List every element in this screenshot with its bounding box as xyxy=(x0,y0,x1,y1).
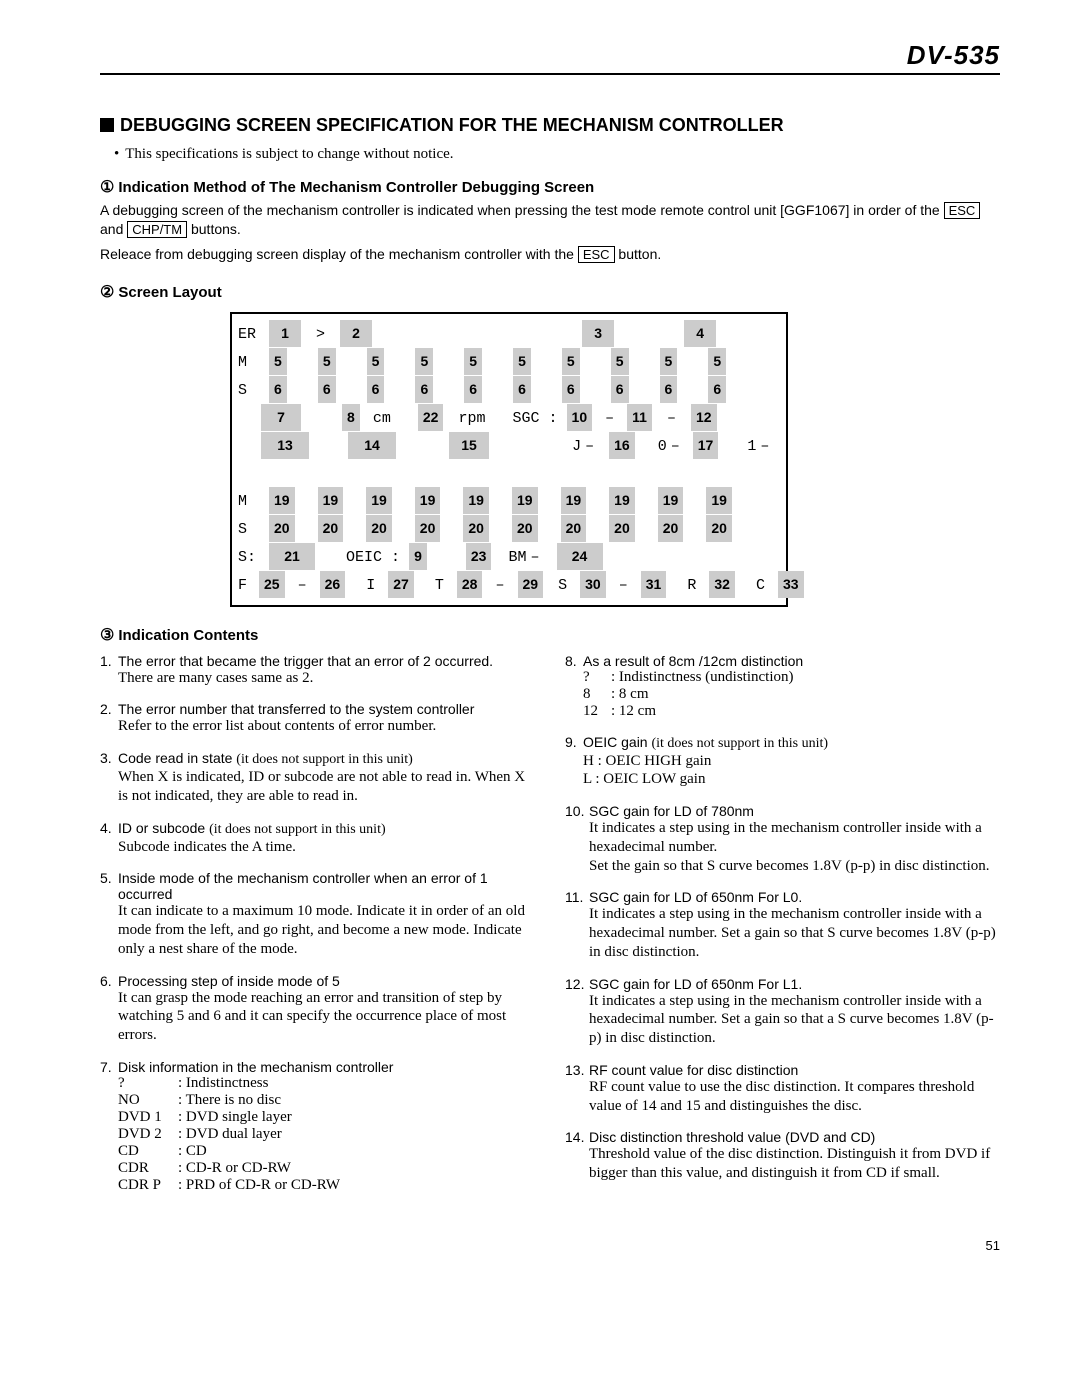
item-3: 3.Code read in state (it does not suppor… xyxy=(100,750,535,806)
screen-layout-diagram: ER 1 > 2 3 4 M 5 5 5 5 5 5 5 5 5 5 S 6 6… xyxy=(230,312,788,607)
header-rule xyxy=(100,73,1000,75)
item-2: 2.The error number that transferred to t… xyxy=(100,701,535,736)
section-1-para2: Releace from debugging screen display of… xyxy=(100,245,1000,264)
item-7-table: ?: IndistinctnessNO: There is no discDVD… xyxy=(100,1075,535,1194)
page-number: 51 xyxy=(100,1238,1000,1253)
item-1: 1.The error that became the trigger that… xyxy=(100,653,535,688)
chp-tm-key: CHP/TM xyxy=(127,221,187,238)
item-11: 11.SGC gain for LD of 650nm For L0. It i… xyxy=(565,889,1000,961)
item-7: 7.Disk information in the mechanism cont… xyxy=(100,1059,535,1194)
change-notice: •This specifications is subject to chang… xyxy=(114,146,1000,163)
esc-key: ESC xyxy=(578,246,615,263)
section-3-heading: ③Indication Contents xyxy=(100,625,1000,645)
item-10: 10.SGC gain for LD of 780nm It indicates… xyxy=(565,803,1000,875)
item-12: 12.SGC gain for LD of 650nm For L1. It i… xyxy=(565,976,1000,1048)
esc-key: ESC xyxy=(944,202,981,219)
item-13: 13.RF count value for disc distinction R… xyxy=(565,1062,1000,1116)
model-number: DV-535 xyxy=(100,40,1000,71)
section-1-para1: A debugging screen of the mechanism cont… xyxy=(100,201,1000,239)
main-heading: DEBUGGING SCREEN SPECIFICATION FOR THE M… xyxy=(100,115,1000,136)
section-1-heading: ①Indication Method of The Mechanism Cont… xyxy=(100,177,1000,197)
contents-columns: 1.The error that became the trigger that… xyxy=(100,653,1000,1208)
item-5: 5.Inside mode of the mechanism controlle… xyxy=(100,870,535,958)
item-14: 14.Disc distinction threshold value (DVD… xyxy=(565,1129,1000,1183)
item-8: 8.As a result of 8cm /12cm distinction ?… xyxy=(565,653,1000,720)
item-9: 9.OEIC gain (it does not support in this… xyxy=(565,734,1000,790)
left-column: 1.The error that became the trigger that… xyxy=(100,653,535,1208)
section-2-heading: ②Screen Layout xyxy=(100,282,1000,302)
item-8-table: ?: Indistinctness (undistinction)8: 8 cm… xyxy=(565,669,1000,720)
item-6: 6.Processing step of inside mode of 5 It… xyxy=(100,973,535,1045)
square-bullet-icon xyxy=(100,118,114,132)
right-column: 8.As a result of 8cm /12cm distinction ?… xyxy=(565,653,1000,1208)
item-4: 4.ID or subcode (it does not support in … xyxy=(100,820,535,857)
